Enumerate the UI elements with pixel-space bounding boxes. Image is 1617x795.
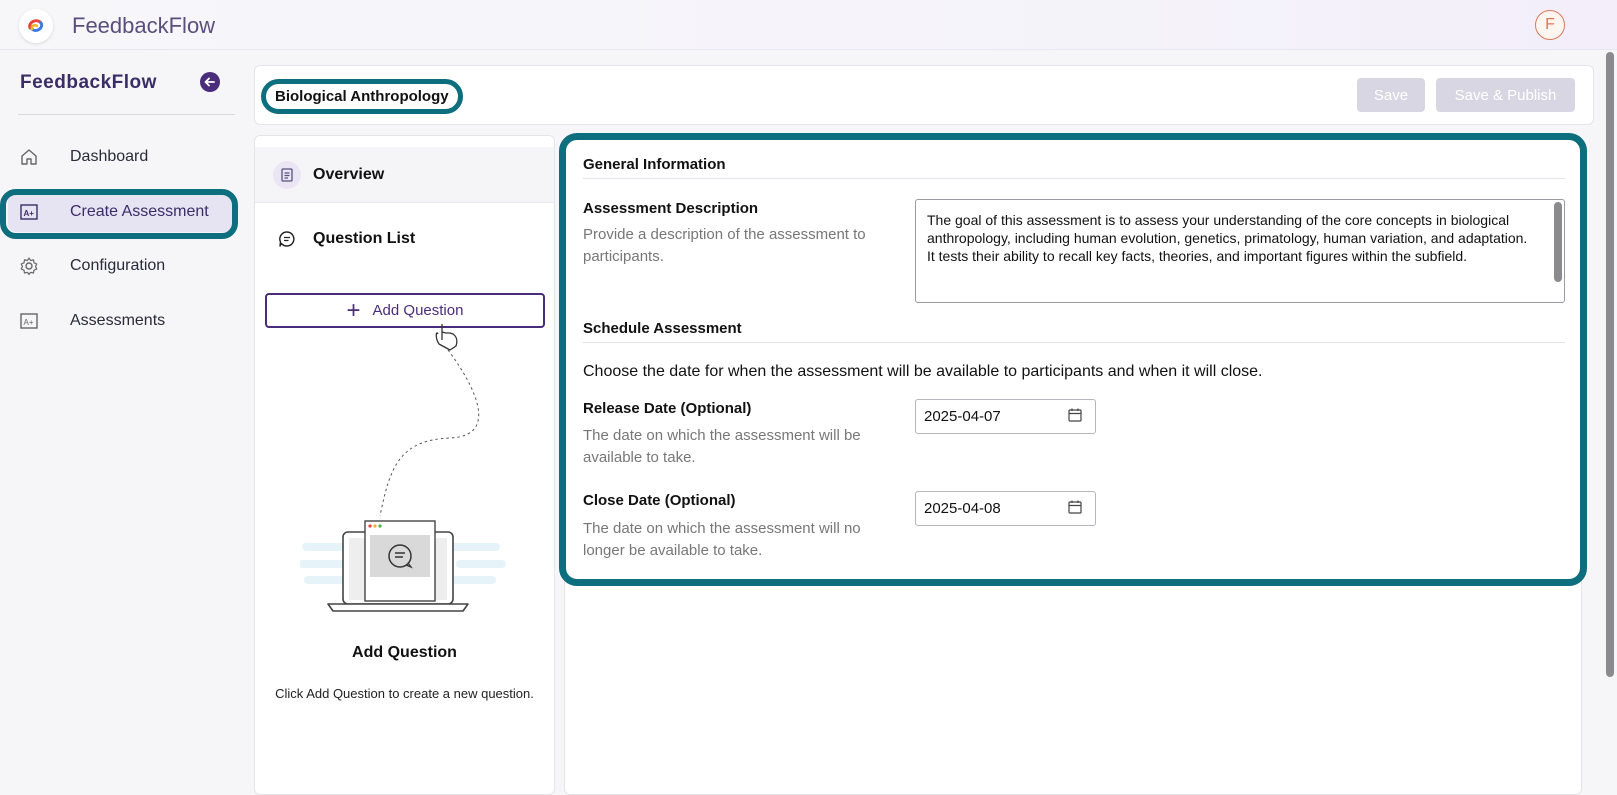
release-date-value: 2025-04-07 xyxy=(924,408,1001,425)
release-date-help: The date on which the assessment will be… xyxy=(583,427,861,466)
arrow-left-icon xyxy=(204,77,215,87)
tab-question-list[interactable]: Question List xyxy=(255,211,554,267)
close-date-value: 2025-04-08 xyxy=(924,500,1001,517)
sidebar-item-label: Dashboard xyxy=(70,148,149,165)
save-publish-button[interactable]: Save & Publish xyxy=(1436,78,1575,112)
hand-cursor-icon xyxy=(435,324,458,351)
assessment-title[interactable]: Biological Anthropology xyxy=(261,79,463,114)
sidebar-item-configuration[interactable]: Configuration xyxy=(8,246,234,286)
document-icon xyxy=(273,160,301,189)
textarea-scrollbar[interactable] xyxy=(1554,202,1562,282)
release-date-input[interactable]: 2025-04-07 xyxy=(915,399,1096,434)
sidebar-item-dashboard[interactable]: Dashboard xyxy=(8,137,234,177)
tab-overview[interactable]: Overview xyxy=(255,147,554,203)
schedule-assessment-heading: Schedule Assessment xyxy=(583,320,1565,343)
sidebar-brand: FeedbackFlow xyxy=(20,72,157,93)
save-button[interactable]: Save xyxy=(1357,78,1425,112)
question-panel: Overview Question List + Add Question Ad… xyxy=(254,135,555,795)
user-avatar[interactable]: F xyxy=(1535,10,1565,40)
collapse-sidebar-button[interactable] xyxy=(200,72,220,92)
gear-icon xyxy=(18,255,40,277)
description-label: Assessment Description xyxy=(583,200,759,217)
sidebar-item-assessments[interactable]: A+ Assessments xyxy=(8,301,234,341)
close-date-help: The date on which the assessment will no… xyxy=(583,520,861,559)
assessment-title-bar: Biological Anthropology Save Save & Publ… xyxy=(254,65,1594,125)
general-information-heading: General Information xyxy=(583,156,1565,179)
home-icon xyxy=(18,146,40,168)
add-question-illustration xyxy=(300,324,506,612)
close-date-input[interactable]: 2025-04-08 xyxy=(915,491,1096,526)
chat-list-icon xyxy=(273,225,301,253)
sidebar: FeedbackFlow Dashboard A+ Create Assessm… xyxy=(0,50,240,795)
assessments-icon: A+ xyxy=(18,310,40,332)
sidebar-item-label: Assessments xyxy=(70,312,166,329)
app-logo[interactable] xyxy=(19,9,53,43)
empty-state-text: Click Add Question to create a new quest… xyxy=(275,686,534,701)
logo-swirl-icon xyxy=(28,19,44,32)
svg-text:A+: A+ xyxy=(24,318,34,327)
tab-label: Question List xyxy=(313,230,416,247)
description-text: The goal of this assessment is to assess… xyxy=(927,212,1528,264)
description-help: Provide a description of the assessment … xyxy=(583,226,866,265)
description-textarea[interactable]: The goal of this assessment is to assess… xyxy=(915,199,1565,303)
top-bar: FeedbackFlow F xyxy=(0,0,1617,50)
schedule-description: Choose the date for when the assessment … xyxy=(583,363,1263,380)
sidebar-item-create-assessment[interactable]: A+ Create Assessment xyxy=(8,192,234,232)
tab-label: Overview xyxy=(313,165,385,183)
app-title: FeedbackFlow xyxy=(72,13,216,38)
sidebar-divider xyxy=(18,114,235,115)
calendar-icon[interactable] xyxy=(1067,499,1083,519)
svg-text:A+: A+ xyxy=(24,209,35,218)
close-date-label: Close Date (Optional) xyxy=(583,492,736,509)
release-date-label: Release Date (Optional) xyxy=(583,400,752,417)
sidebar-item-label: Create Assessment xyxy=(70,203,209,220)
calendar-icon[interactable] xyxy=(1067,407,1083,427)
assessment-create-icon: A+ xyxy=(18,201,40,223)
sidebar-item-label: Configuration xyxy=(70,257,166,274)
empty-state-title: Add Question xyxy=(352,644,457,661)
page-scrollbar-thumb[interactable] xyxy=(1606,52,1614,677)
